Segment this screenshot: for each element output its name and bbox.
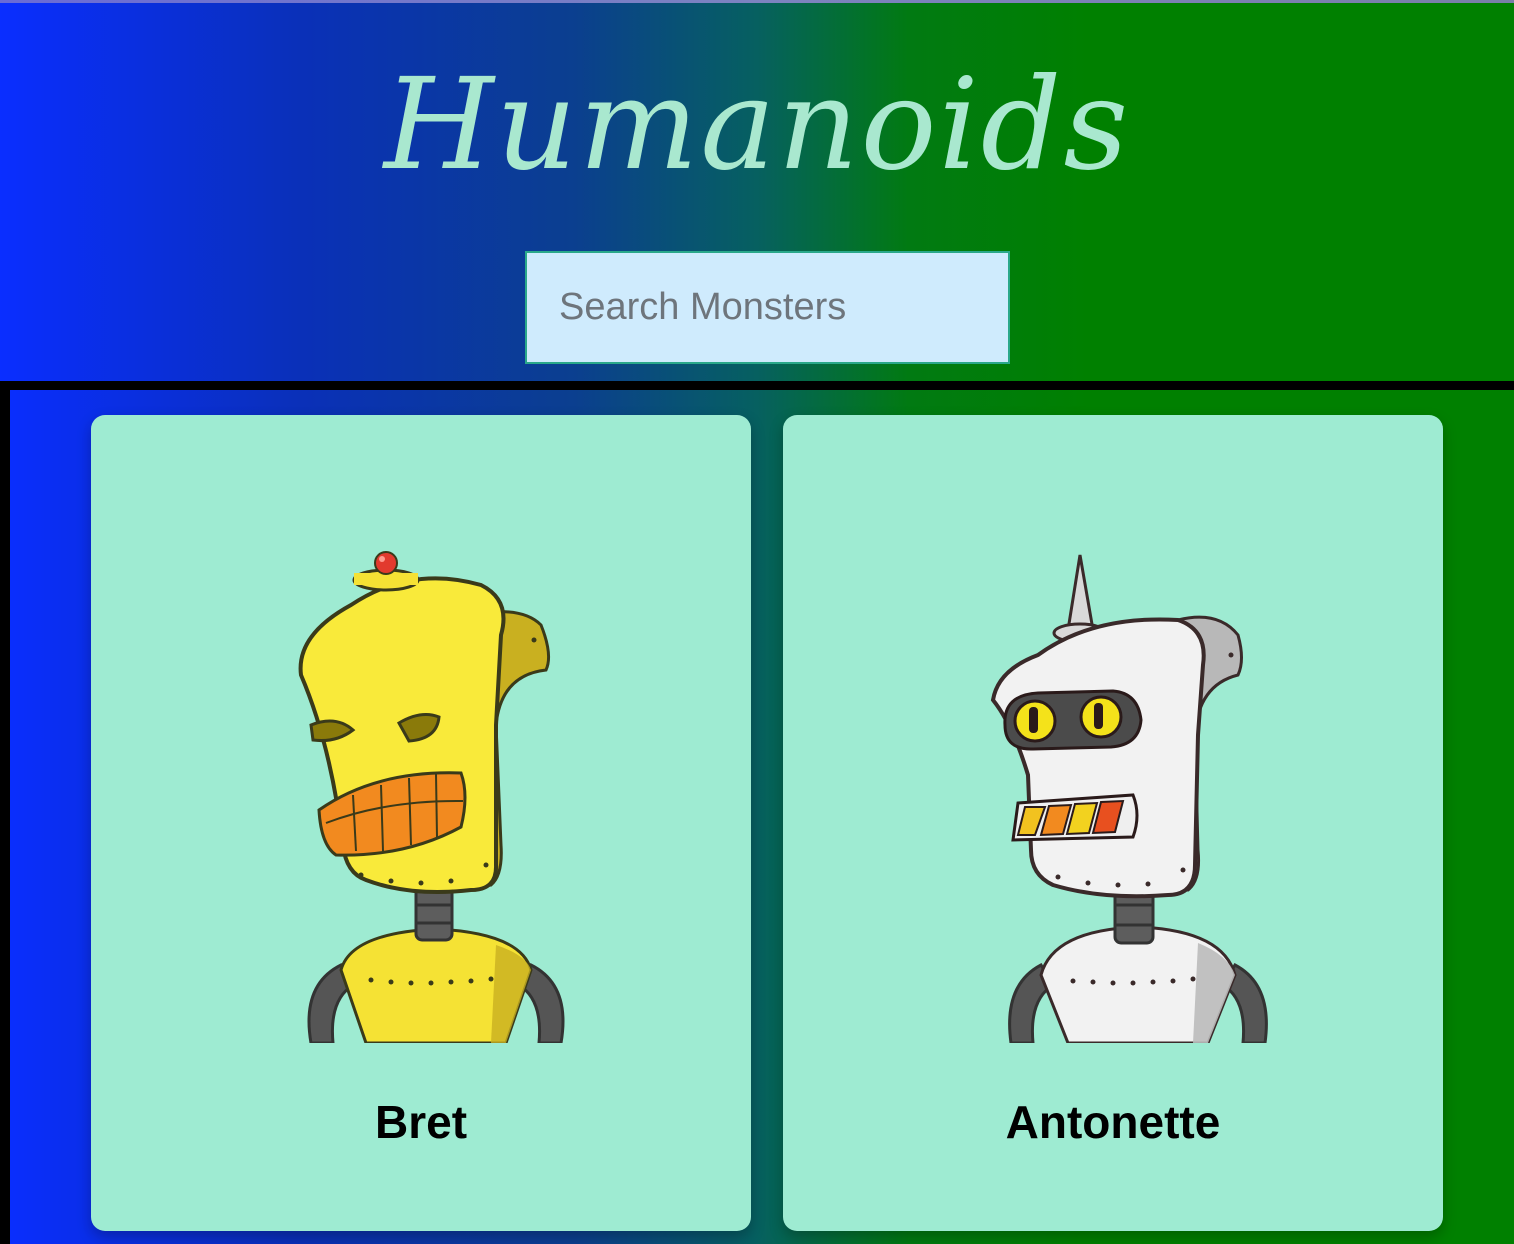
page-title: Humanoids — [383, 51, 1131, 198]
page-header: Humanoids — [0, 0, 1514, 381]
white-robot-avatar — [990, 554, 1268, 1043]
monster-name: Antonette — [1005, 1096, 1221, 1148]
monster-card[interactable]: Antonette — [783, 415, 1443, 1231]
yellow-robot-avatar — [298, 551, 565, 1043]
monster-card[interactable]: Bret — [91, 415, 751, 1231]
search-input[interactable] — [525, 251, 1010, 364]
monster-name: Bret — [374, 1096, 468, 1148]
card-list: Bret Antonette — [0, 381, 1514, 1244]
